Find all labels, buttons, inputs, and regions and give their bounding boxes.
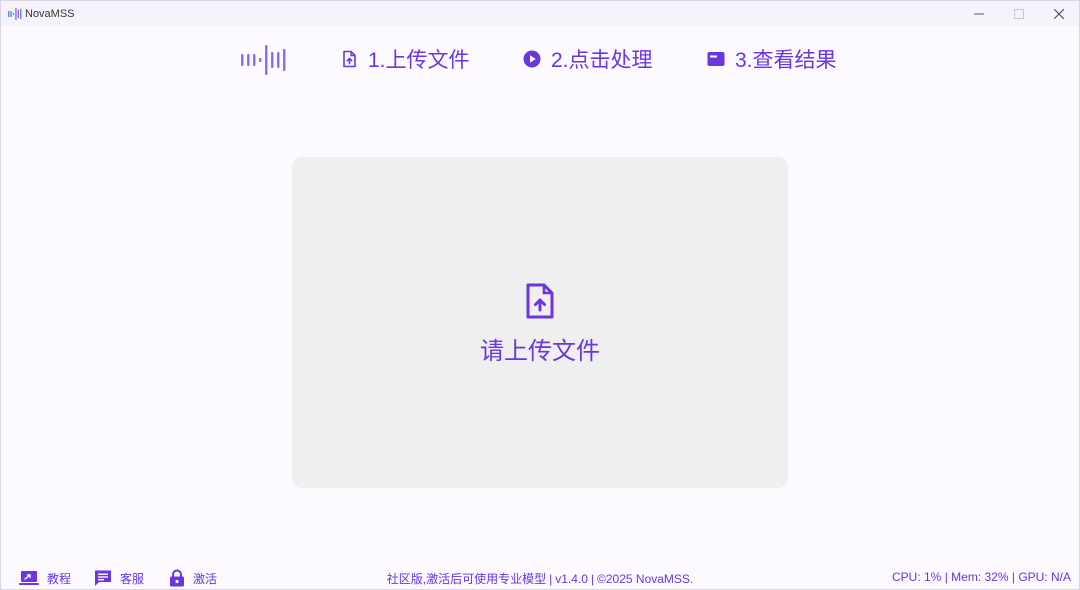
step-upload[interactable]: 1.上传文件 xyxy=(340,41,470,77)
title-bar[interactable]: NovaMSS xyxy=(1,1,1079,26)
upload-prompt: 请上传文件 xyxy=(480,338,600,365)
file-upload-icon xyxy=(343,50,356,68)
steps-header: 1.上传文件 2.点击处理 3.查看结果 xyxy=(1,41,1079,77)
play-circle-icon xyxy=(523,50,541,68)
close-icon xyxy=(1054,8,1064,19)
system-stats: CPU: 1% | Mem: 32% | GPU: N/A xyxy=(892,570,1071,584)
step-process-label: 2.点击处理 xyxy=(551,49,653,72)
version-text: v1.4.0 xyxy=(555,572,588,586)
edition-note: 社区版,激活后可使用专业模型 xyxy=(386,572,547,586)
minimize-icon xyxy=(974,13,984,14)
maximize-icon xyxy=(1014,8,1024,19)
app-window: NovaMSS 1.上传文件 2.点击处理 3.查看结果 请上传文件 教程 客服… xyxy=(0,0,1080,590)
step-results[interactable]: 3.查看结果 xyxy=(707,41,837,77)
result-card-icon xyxy=(707,52,725,66)
footer-bar: 教程 客服 激活 社区版,激活后可使用专业模型 | v1.4.0 | ©2025 Nov… xyxy=(1,565,1079,589)
cpu-usage: CPU: 1% xyxy=(892,570,942,584)
file-upload-icon xyxy=(526,283,554,319)
app-logo-icon xyxy=(8,7,22,20)
close-button[interactable] xyxy=(1039,1,1079,26)
maximize-button[interactable] xyxy=(999,1,1039,26)
memory-usage: Mem: 32% xyxy=(951,570,1009,584)
minimize-button[interactable] xyxy=(959,1,999,26)
window-title: NovaMSS xyxy=(25,7,75,20)
step-results-label: 3.查看结果 xyxy=(735,49,837,72)
window-controls xyxy=(959,1,1079,26)
step-process[interactable]: 2.点击处理 xyxy=(523,41,653,77)
brand-waveform-icon xyxy=(241,45,286,75)
copyright-text: ©2025 NovaMSS. xyxy=(597,572,694,586)
upload-dropzone[interactable]: 请上传文件 xyxy=(292,157,788,488)
gpu-usage: GPU: N/A xyxy=(1018,570,1071,584)
step-upload-label: 1.上传文件 xyxy=(368,49,470,72)
